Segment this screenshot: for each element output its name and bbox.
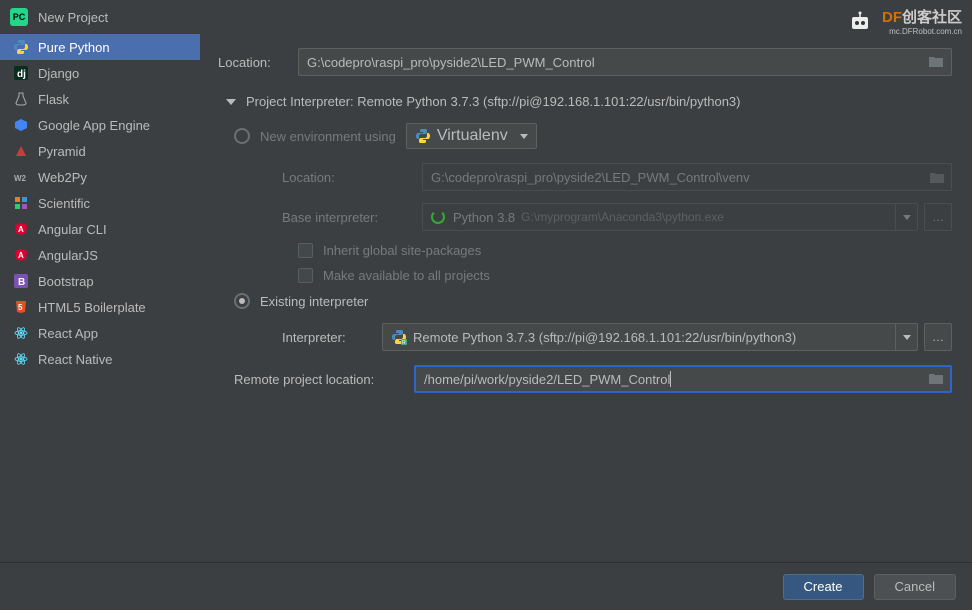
text-caret [670, 371, 671, 387]
sidebar-item-react-native[interactable]: React Native [0, 346, 200, 372]
google-app-engine-icon [12, 117, 30, 133]
venv-type-combobox[interactable]: Virtualenv [406, 123, 537, 149]
loading-spinner-icon [431, 210, 445, 224]
sidebar-item-label: Pyramid [38, 144, 86, 159]
inherit-packages-checkbox [298, 243, 313, 258]
svg-text:B: B [18, 277, 25, 288]
sidebar-item-bootstrap[interactable]: B Bootstrap [0, 268, 200, 294]
pycharm-icon: PC [10, 8, 28, 26]
base-interpreter-label: Base interpreter: [282, 210, 422, 225]
chevron-down-icon[interactable] [895, 324, 917, 350]
robot-icon [846, 11, 874, 31]
svg-text:A: A [18, 225, 24, 234]
sidebar-item-label: Flask [38, 92, 69, 107]
svg-text:dj: dj [17, 69, 26, 80]
sidebar-item-angular-cli[interactable]: A Angular CLI [0, 216, 200, 242]
svg-text:A: A [18, 251, 24, 260]
angular-icon: A [12, 221, 30, 237]
svg-text:R: R [402, 340, 406, 345]
create-button[interactable]: Create [783, 574, 864, 600]
make-available-label: Make available to all projects [323, 268, 490, 283]
window-title: New Project [38, 10, 108, 25]
sidebar-item-label: React App [38, 326, 98, 341]
env-location-label: Location: [282, 170, 422, 185]
expand-arrow-icon [226, 99, 236, 105]
python-remote-icon: R [391, 329, 407, 345]
inherit-packages-label: Inherit global site-packages [323, 243, 481, 258]
sidebar-item-label: Django [38, 66, 79, 81]
venv-type-value: Virtualenv [437, 127, 508, 145]
sidebar-item-flask[interactable]: Flask [0, 86, 200, 112]
sidebar-item-label: Web2Py [38, 170, 87, 185]
flask-icon [12, 91, 30, 107]
python-icon [12, 39, 30, 55]
location-input[interactable] [298, 48, 952, 76]
sidebar-item-label: Scientific [38, 196, 90, 211]
content-panel: Location: Project Interpreter: Remote Py… [200, 34, 972, 562]
sidebar-item-label: Pure Python [38, 40, 110, 55]
sidebar-item-gae[interactable]: Google App Engine [0, 112, 200, 138]
configure-interpreter-button[interactable]: … [924, 323, 952, 351]
sidebar-item-html5[interactable]: 5 HTML5 Boilerplate [0, 294, 200, 320]
dialog-footer: Create Cancel [0, 562, 972, 610]
sidebar-item-web2py[interactable]: W2 Web2Py [0, 164, 200, 190]
react-icon [12, 351, 30, 367]
sidebar-item-react-app[interactable]: React App [0, 320, 200, 346]
sidebar-item-angularjs[interactable]: A AngularJS [0, 242, 200, 268]
sidebar-item-pyramid[interactable]: Pyramid [0, 138, 200, 164]
interpreter-combobox[interactable]: R Remote Python 3.7.3 (sftp://pi@192.168… [382, 323, 918, 351]
interpreter-section-title: Project Interpreter: Remote Python 3.7.3… [246, 94, 740, 109]
existing-interpreter-label: Existing interpreter [260, 294, 368, 309]
web2py-icon: W2 [12, 169, 30, 185]
svg-text:5: 5 [18, 303, 23, 312]
location-label: Location: [218, 55, 298, 70]
sidebar-item-pure-python[interactable]: Pure Python [0, 34, 200, 60]
titlebar: PC New Project [0, 0, 972, 34]
browse-folder-icon[interactable] [928, 372, 946, 386]
remote-location-label: Remote project location: [234, 372, 414, 387]
pyramid-icon [12, 143, 30, 159]
browse-interpreter-button: … [924, 203, 952, 231]
existing-interpreter-radio[interactable] [234, 293, 250, 309]
sidebar-item-label: HTML5 Boilerplate [38, 300, 146, 315]
sidebar-item-label: React Native [38, 352, 112, 367]
remote-location-input[interactable]: /home/pi/work/pyside2/LED_PWM_Control [414, 365, 952, 393]
html5-icon: 5 [12, 299, 30, 315]
cancel-button[interactable]: Cancel [874, 574, 956, 600]
env-location-input: G:\codepro\raspi_pro\pyside2\LED_PWM_Con… [422, 163, 952, 191]
django-icon: dj [12, 65, 30, 81]
watermark: DFDF创客社区创客社区 mc.DFRobot.com.cn [846, 6, 962, 36]
sidebar-item-label: Google App Engine [38, 118, 150, 133]
browse-folder-icon [929, 171, 945, 184]
sidebar-item-label: AngularJS [38, 248, 98, 263]
sidebar-item-django[interactable]: dj Django [0, 60, 200, 86]
new-environment-radio[interactable] [234, 128, 250, 144]
new-environment-label: New environment using [260, 129, 396, 144]
browse-folder-icon[interactable] [928, 55, 946, 69]
scientific-icon [12, 195, 30, 211]
interpreter-label: Interpreter: [282, 330, 382, 345]
sidebar-item-scientific[interactable]: Scientific [0, 190, 200, 216]
bootstrap-icon: B [12, 273, 30, 289]
svg-text:W2: W2 [14, 174, 27, 183]
project-type-sidebar: Pure Python dj Django Flask Google App E… [0, 34, 200, 562]
python-icon [415, 128, 431, 144]
base-interpreter-combobox: Python 3.8 G:\myprogram\Anaconda3\python… [422, 203, 918, 231]
react-icon [12, 325, 30, 341]
sidebar-item-label: Angular CLI [38, 222, 107, 237]
make-available-checkbox [298, 268, 313, 283]
angular-icon: A [12, 247, 30, 263]
chevron-down-icon [520, 134, 528, 139]
sidebar-item-label: Bootstrap [38, 274, 94, 289]
interpreter-section-header[interactable]: Project Interpreter: Remote Python 3.7.3… [226, 94, 952, 109]
chevron-down-icon [895, 204, 917, 230]
